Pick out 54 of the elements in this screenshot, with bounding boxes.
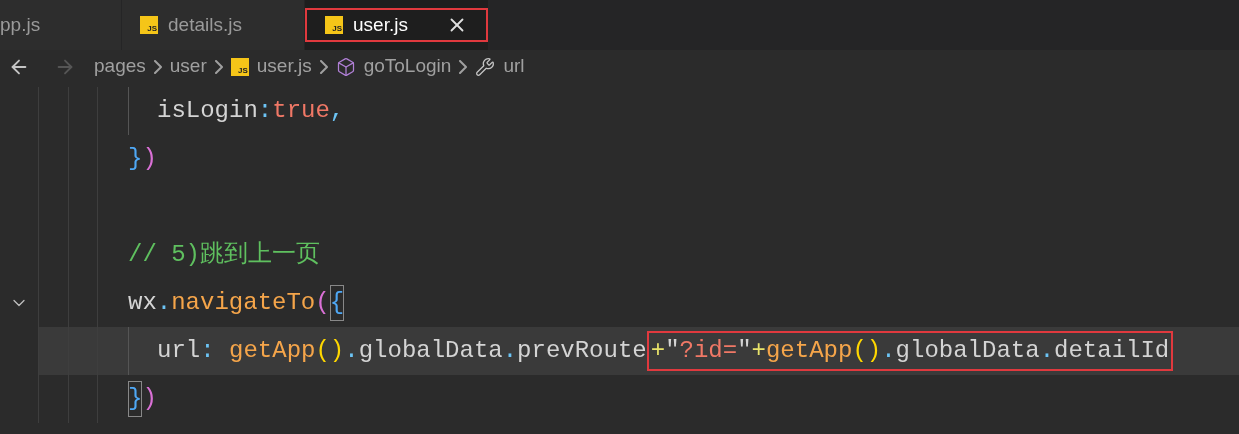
code-token: globalData [358,336,503,366]
code-token: ) [142,384,157,414]
code-token: detailId [1054,336,1170,366]
breadcrumb-item[interactable]: pages [94,52,146,81]
js-file-icon: JS [140,16,158,34]
code-token: + [650,336,666,366]
code-token: . [156,288,172,318]
code-token: { [329,285,345,321]
code-token: ?id= [679,336,738,366]
tab-label: details.js [168,12,242,37]
breadcrumb-item[interactable]: user [169,52,207,81]
indent-guide [128,87,129,135]
code-token: } [128,381,143,417]
editor-tab[interactable]: JS user.js [305,0,488,50]
code-token: . [1039,336,1055,366]
code-token: + [751,336,766,366]
code-token: globalData [895,336,1040,366]
code-token: " [737,336,752,366]
chevron-right-icon [459,59,468,74]
code-token: } [128,144,143,174]
code-token: true [272,96,330,126]
wrench-icon [475,56,496,77]
code-token: : [257,96,273,126]
chevron-right-icon [153,59,162,74]
code-token: . [881,336,896,366]
code-token: ) [142,144,157,174]
code-token: () [315,336,345,366]
code-token: wx [128,288,157,318]
code-token: , [329,96,345,126]
breadcrumb-item[interactable]: url [503,52,525,81]
code-token: " [665,336,680,366]
code-token: () [852,336,882,366]
cube-icon [335,56,356,77]
tab-label: pp.js [0,12,41,37]
editor-tab[interactable]: pp.js [0,0,122,50]
breadcrumb-item[interactable]: user.js [256,52,312,81]
code-token: getApp [765,336,853,366]
breadcrumb-item[interactable]: goToLogin [363,52,452,81]
chevron-right-icon [214,59,223,74]
code-token: // 5)跳到上一页 [128,240,320,270]
chevron-right-icon [319,59,328,74]
code-token: . [344,336,359,366]
code-token: url [157,336,201,366]
tab-label: user.js [353,12,408,37]
code-token: ( [315,288,330,318]
editor-tab[interactable]: JS details.js [122,0,305,50]
code-token: prevRoute [517,336,647,366]
code-token: : [200,336,216,366]
code-token: navigateTo [171,288,316,318]
code-token: isLogin [157,96,258,126]
js-file-icon: JS [325,16,343,34]
js-file-icon: JS [230,57,249,76]
code-token: getApp [229,336,316,366]
code-token: . [502,336,518,366]
